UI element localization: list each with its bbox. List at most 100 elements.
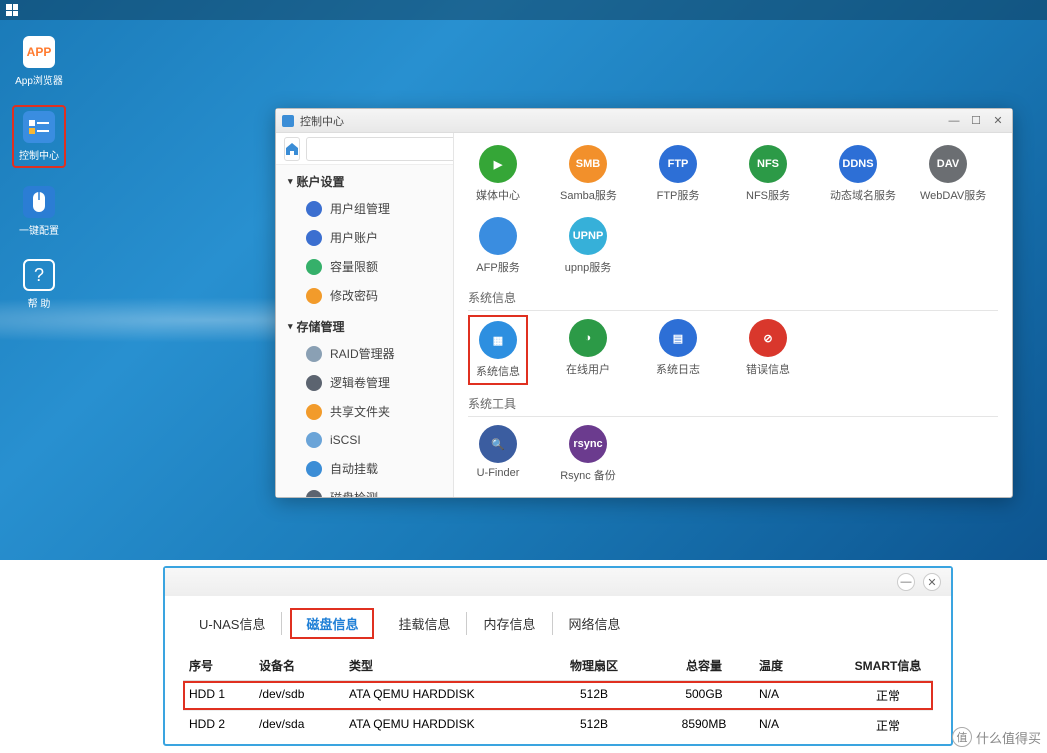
sidebar-category-account[interactable]: 账户设置 bbox=[276, 165, 453, 194]
table-row[interactable]: HDD 2/dev/sdaATA QEMU HARDDISK512B8590MB… bbox=[183, 710, 933, 740]
mouse-icon bbox=[23, 186, 55, 218]
table-cell: 8590MB bbox=[649, 717, 759, 734]
app-icon: 🔍 bbox=[479, 425, 517, 463]
home-button[interactable] bbox=[284, 137, 300, 161]
taskbar bbox=[0, 0, 1047, 20]
desktop-icon-controlcenter[interactable]: 控制中心 bbox=[12, 105, 66, 168]
maximize-button[interactable]: ☐ bbox=[968, 114, 984, 128]
app-icon: ⊘ bbox=[749, 319, 787, 357]
app-icon-item[interactable]: AFP服务 bbox=[468, 213, 528, 279]
column-header: 物理扇区 bbox=[539, 657, 649, 674]
sidebar-item[interactable]: 容量限额 bbox=[276, 252, 453, 281]
app-icon: ◑ bbox=[569, 319, 607, 357]
sidebar-category-storage[interactable]: 存储管理 bbox=[276, 310, 453, 339]
table-cell: 正常 bbox=[849, 687, 927, 704]
section-systools-title: 系统工具 bbox=[468, 395, 998, 417]
table-header: 序号设备名类型物理扇区总容量温度SMART信息 bbox=[183, 651, 933, 681]
sidebar-item[interactable]: 自动挂载 bbox=[276, 454, 453, 483]
app-icon-item[interactable]: ⊘错误信息 bbox=[738, 315, 798, 385]
column-header: 设备名 bbox=[259, 657, 349, 674]
sidebar-item[interactable]: 修改密码 bbox=[276, 281, 453, 310]
apps-grid-icon[interactable] bbox=[6, 4, 18, 16]
table-cell: /dev/sdb bbox=[259, 687, 349, 704]
sidebar-item-label: 用户组管理 bbox=[330, 200, 390, 217]
app-icon: APP bbox=[23, 36, 55, 68]
app-icon-label: AFP服务 bbox=[470, 259, 526, 275]
search-input[interactable] bbox=[306, 137, 454, 161]
app-icon-item[interactable]: SMBSamba服务 bbox=[558, 141, 618, 207]
column-header: 总容量 bbox=[649, 657, 759, 674]
app-icon-item[interactable]: ▤系统日志 bbox=[648, 315, 708, 385]
watermark-icon: 值 bbox=[952, 727, 972, 747]
table-cell: N/A bbox=[759, 717, 849, 734]
app-icon-item[interactable]: ▶ 媒体中心 bbox=[468, 141, 528, 207]
help-icon: ? bbox=[23, 259, 55, 291]
app-icon: ▦ bbox=[479, 321, 517, 359]
app-icon-label: U-Finder bbox=[470, 467, 526, 479]
sidebar-item-label: 共享文件夹 bbox=[330, 403, 390, 420]
sidebar-item[interactable]: 磁盘检测 bbox=[276, 483, 453, 497]
app-icon-label: 媒体中心 bbox=[470, 187, 526, 203]
desktop-icon-appbrowser[interactable]: APP App浏览器 bbox=[12, 32, 66, 91]
sidebar-item-icon bbox=[306, 201, 322, 217]
sidebar-item-icon bbox=[306, 230, 322, 246]
app-icon bbox=[479, 217, 517, 255]
table-cell: 512B bbox=[539, 717, 649, 734]
app-icon-item[interactable]: 🔍 U-Finder bbox=[468, 421, 528, 487]
app-icon: ▶ bbox=[479, 145, 517, 183]
window-titlebar[interactable]: 控制中心 — ☐ ✕ bbox=[276, 109, 1012, 133]
tab[interactable]: 网络信息 bbox=[553, 612, 637, 635]
tab[interactable]: U-NAS信息 bbox=[183, 612, 282, 635]
table-cell: 正常 bbox=[849, 717, 927, 734]
table-cell: ATA QEMU HARDDISK bbox=[349, 717, 539, 734]
sidebar-item[interactable]: 用户账户 bbox=[276, 223, 453, 252]
app-icon: DAV bbox=[929, 145, 967, 183]
desktop-icon-oneclick[interactable]: 一键配置 bbox=[12, 182, 66, 241]
sidebar-item[interactable]: iSCSI bbox=[276, 426, 453, 454]
sidebar-item[interactable]: 用户组管理 bbox=[276, 194, 453, 223]
table-cell: HDD 1 bbox=[189, 687, 259, 704]
sidebar-item-icon bbox=[306, 259, 322, 275]
tab[interactable]: 挂载信息 bbox=[382, 612, 467, 635]
tabs: U-NAS信息磁盘信息挂载信息内存信息网络信息 bbox=[165, 596, 951, 645]
minimize-button[interactable]: — bbox=[946, 114, 962, 128]
lower-titlebar: — ✕ bbox=[165, 568, 951, 596]
app-icon-item[interactable]: DAVWebDAV服务 bbox=[918, 141, 978, 207]
app-icon-label: Rsync 备份 bbox=[560, 467, 616, 483]
app-icon-item[interactable]: DDNS动态域名服务 bbox=[828, 141, 888, 207]
app-icon-item[interactable]: rsyncRsync 备份 bbox=[558, 421, 618, 487]
app-icon-item[interactable]: UPNPupnp服务 bbox=[558, 213, 618, 279]
app-icon-item[interactable]: FTPFTP服务 bbox=[648, 141, 708, 207]
app-icon-label: 在线用户 bbox=[560, 361, 616, 377]
desktop-icon-help[interactable]: ? 帮 助 bbox=[12, 255, 66, 314]
services-grid: ▶ 媒体中心 SMBSamba服务 FTPFTP服务 NFSNFS服务 DDNS动态域名服… bbox=[468, 141, 998, 279]
minimize-button[interactable]: — bbox=[897, 573, 915, 591]
column-header: SMART信息 bbox=[849, 657, 927, 674]
sidebar-item[interactable]: RAID管理器 bbox=[276, 339, 453, 368]
sidebar-item[interactable]: 逻辑卷管理 bbox=[276, 368, 453, 397]
app-icon-label: 系统信息 bbox=[472, 363, 524, 379]
table-cell: /dev/sda bbox=[259, 717, 349, 734]
column-header: 类型 bbox=[349, 657, 539, 674]
app-icon-item[interactable]: ◑ 在线用户 bbox=[558, 315, 618, 385]
control-icon bbox=[23, 111, 55, 143]
sidebar-item-label: 磁盘检测 bbox=[330, 489, 378, 497]
app-icon-item[interactable]: NFSNFS服务 bbox=[738, 141, 798, 207]
tab[interactable]: 内存信息 bbox=[467, 612, 552, 635]
sidebar-item-label: iSCSI bbox=[330, 433, 361, 447]
app-icon-item[interactable]: ▦ 系统信息 bbox=[468, 315, 528, 385]
app-icon-label: 系统日志 bbox=[650, 361, 706, 377]
desktop: APP App浏览器 控制中心 一键配置 ? 帮 助 控制中心 — ☐ bbox=[0, 0, 1047, 560]
lower-panel: — ✕ U-NAS信息磁盘信息挂载信息内存信息网络信息 序号设备名类型物理扇区总… bbox=[0, 560, 1047, 753]
app-icon: SMB bbox=[569, 145, 607, 183]
desktop-icons: APP App浏览器 控制中心 一键配置 ? 帮 助 bbox=[12, 32, 68, 328]
sidebar-item-label: 容量限额 bbox=[330, 258, 378, 275]
close-button[interactable]: ✕ bbox=[990, 114, 1006, 128]
column-header: 温度 bbox=[759, 657, 849, 674]
close-button[interactable]: ✕ bbox=[923, 573, 941, 591]
sidebar-item[interactable]: 共享文件夹 bbox=[276, 397, 453, 426]
tab[interactable]: 磁盘信息 bbox=[290, 608, 374, 639]
table-cell: N/A bbox=[759, 687, 849, 704]
app-icon: FTP bbox=[659, 145, 697, 183]
table-row[interactable]: HDD 1/dev/sdbATA QEMU HARDDISK512B500GBN… bbox=[183, 681, 933, 710]
